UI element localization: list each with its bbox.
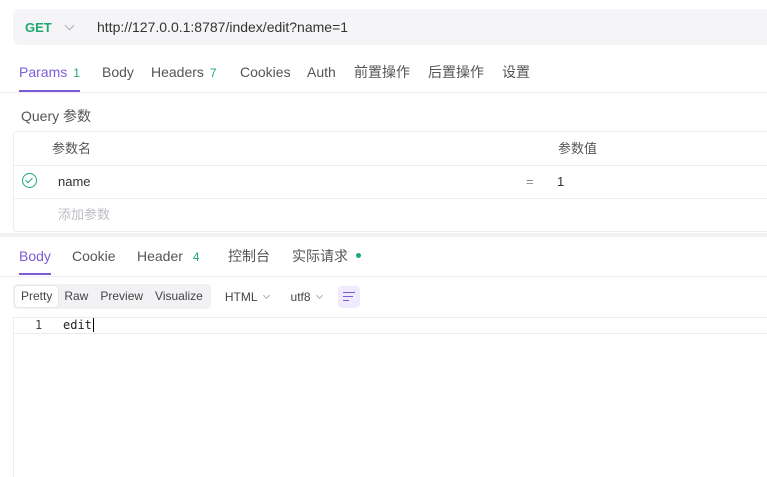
- mode-pretty-button[interactable]: Pretty: [15, 286, 59, 307]
- tab-label: 前置操作: [354, 64, 410, 80]
- status-dot-icon: [356, 253, 361, 259]
- url-input[interactable]: http://127.0.0.1:8787/index/edit?name=1: [97, 19, 348, 35]
- equals-sign: =: [526, 174, 534, 189]
- tab-response-body[interactable]: Body: [19, 240, 51, 275]
- tab-label: 控制台: [228, 248, 270, 264]
- mode-visualize-button[interactable]: Visualize: [149, 286, 209, 307]
- add-param-input[interactable]: 添加参数: [58, 198, 110, 231]
- tab-label: 后置操作: [428, 64, 484, 80]
- code-text: edit: [63, 318, 92, 332]
- tab-body[interactable]: Body: [102, 56, 134, 89]
- tab-label: Body: [102, 64, 134, 80]
- tab-label: Cookie: [72, 248, 116, 264]
- code-text-wrap: edit: [63, 318, 95, 333]
- tab-response-header[interactable]: Header 4: [137, 240, 200, 272]
- param-name-input[interactable]: name: [58, 165, 91, 198]
- tab-headers[interactable]: Headers 7: [151, 56, 217, 89]
- format-toolbar: Pretty Raw Preview Visualize HTML utf8: [13, 284, 360, 309]
- method-label: GET: [25, 19, 52, 35]
- mode-preview-button[interactable]: Preview: [94, 286, 149, 307]
- encoding-select[interactable]: utf8: [290, 289, 323, 304]
- response-tabs: Body Cookie Header 4 控制台 实际请求: [0, 240, 767, 277]
- tab-cookies[interactable]: Cookies: [240, 56, 291, 89]
- tab-count: 7: [209, 66, 217, 80]
- tab-count: 4: [192, 250, 200, 264]
- code-line: 1 edit: [14, 317, 767, 334]
- word-wrap-button[interactable]: [337, 285, 360, 308]
- pane-divider[interactable]: [0, 233, 767, 237]
- language-value: HTML: [224, 289, 258, 304]
- view-mode-switch: Pretty Raw Preview Visualize: [13, 284, 211, 309]
- text-caret: [92, 318, 95, 332]
- param-value-input[interactable]: 1: [557, 165, 564, 198]
- tab-label: Body: [19, 248, 51, 264]
- query-params-title: Query 参数: [21, 108, 92, 124]
- tab-label: Auth: [307, 64, 336, 80]
- tab-auth[interactable]: Auth: [307, 56, 336, 89]
- tab-params[interactable]: Params 1: [19, 56, 80, 92]
- language-select[interactable]: HTML: [224, 289, 270, 304]
- line-number: 1: [35, 318, 43, 332]
- header-param-value: 参数值: [558, 141, 598, 156]
- check-circle-icon[interactable]: [22, 173, 37, 188]
- add-param-row: 添加参数: [14, 198, 767, 231]
- tab-label: Params: [19, 64, 68, 80]
- tab-console[interactable]: 控制台: [228, 240, 270, 272]
- header-param-name: 参数名: [52, 141, 92, 156]
- tab-label: 设置: [502, 64, 530, 80]
- params-table: 参数名 参数值 name = 1 添加参数: [13, 131, 767, 232]
- url-bar: GET http://127.0.0.1:8787/index/edit?nam…: [13, 9, 767, 45]
- chevron-down-icon: [64, 20, 75, 30]
- mode-raw-button[interactable]: Raw: [58, 286, 94, 307]
- request-tabs: Params 1 Body Headers 7 Cookies Auth 前置操作 …: [0, 56, 767, 93]
- tab-post-operations[interactable]: 后置操作: [428, 56, 484, 89]
- tab-response-cookie[interactable]: Cookie: [72, 240, 116, 272]
- tab-count: 1: [73, 66, 80, 80]
- tab-pre-operations[interactable]: 前置操作: [354, 56, 410, 89]
- encoding-value: utf8: [290, 289, 311, 304]
- tab-label: Header: [137, 248, 183, 264]
- chevron-down-icon: [262, 291, 270, 299]
- tab-label: Cookies: [240, 64, 291, 80]
- wrap-lines-icon: [342, 291, 355, 302]
- table-row: name = 1: [14, 165, 767, 199]
- response-body-editor[interactable]: 1 edit: [13, 317, 767, 477]
- method-select[interactable]: GET: [25, 20, 83, 35]
- tab-settings[interactable]: 设置: [502, 56, 530, 89]
- tab-actual-request[interactable]: 实际请求: [292, 240, 361, 272]
- chevron-down-icon: [315, 291, 323, 299]
- params-header-row: 参数名 参数值: [14, 132, 767, 166]
- tab-label: 实际请求: [292, 248, 348, 264]
- tab-label: Headers: [151, 64, 204, 80]
